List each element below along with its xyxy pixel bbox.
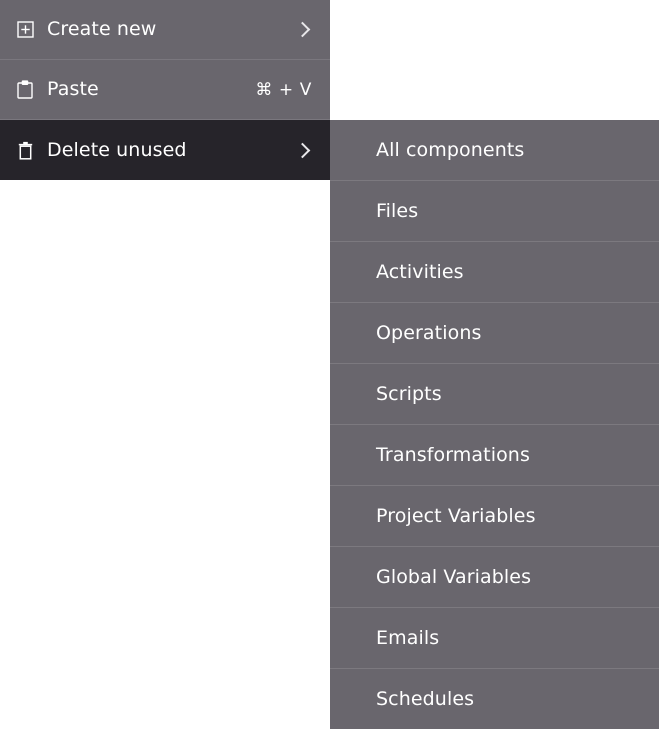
- submenu-item-project-variables[interactable]: Project Variables: [330, 486, 659, 547]
- submenu-item-label: Scripts: [376, 382, 442, 405]
- submenu-item-label: Schedules: [376, 688, 475, 710]
- trash-icon: [14, 138, 36, 162]
- menu-item-label: Create new: [47, 18, 157, 40]
- menu-item-label: Delete unused: [47, 138, 187, 161]
- submenu-item-all-components[interactable]: All components: [330, 120, 659, 181]
- submenu-item-schedules[interactable]: Schedules: [330, 669, 659, 729]
- submenu-item-label: Files: [376, 199, 419, 222]
- screen-root: Create new Paste ⌘ + V Delete unused All…: [0, 0, 659, 729]
- menu-item-paste[interactable]: Paste ⌘ + V: [0, 60, 330, 120]
- menu-item-create-new[interactable]: Create new: [0, 0, 330, 60]
- submenu-item-activities[interactable]: Activities: [330, 242, 659, 303]
- menu-item-label: Paste: [47, 78, 99, 100]
- menu-item-delete-unused[interactable]: Delete unused: [0, 120, 330, 180]
- submenu-item-files[interactable]: Files: [330, 181, 659, 242]
- submenu-item-label: Emails: [376, 626, 440, 649]
- submenu-item-label: Activities: [376, 260, 464, 283]
- submenu-item-scripts[interactable]: Scripts: [330, 364, 659, 425]
- delete-unused-submenu: All components Files Activities Operatio…: [330, 120, 659, 729]
- submenu-item-transformations[interactable]: Transformations: [330, 425, 659, 486]
- submenu-item-global-variables[interactable]: Global Variables: [330, 547, 659, 608]
- context-menu: Create new Paste ⌘ + V Delete unused: [0, 0, 330, 180]
- submenu-item-emails[interactable]: Emails: [330, 608, 659, 669]
- submenu-item-label: Global Variables: [376, 565, 532, 588]
- chevron-right-icon: [294, 142, 311, 158]
- add-square-icon: [14, 18, 36, 42]
- clipboard-icon: [14, 78, 36, 102]
- paste-shortcut-label: ⌘ + V: [255, 79, 312, 100]
- submenu-item-label: Project Variables: [376, 504, 536, 527]
- submenu-item-label: Operations: [376, 321, 482, 344]
- submenu-item-operations[interactable]: Operations: [330, 303, 659, 364]
- submenu-item-label: Transformations: [376, 443, 530, 466]
- submenu-item-label: All components: [376, 138, 525, 161]
- chevron-right-icon: [294, 21, 311, 38]
